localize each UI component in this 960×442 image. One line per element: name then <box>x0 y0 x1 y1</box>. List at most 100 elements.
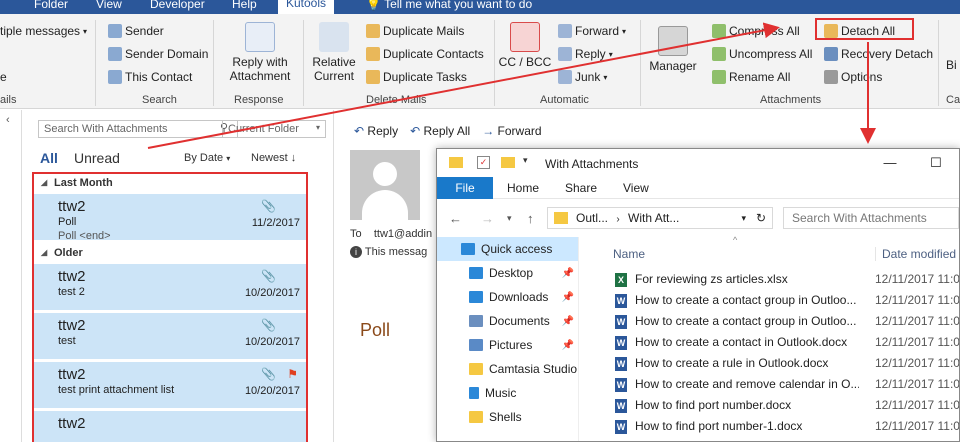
word-icon: W <box>615 378 627 392</box>
nav-desktop[interactable]: Desktop 📌 <box>437 261 578 285</box>
tab-developer[interactable]: Developer <box>150 0 205 11</box>
ribbon-separator <box>303 20 304 106</box>
tab-share[interactable]: Share <box>565 181 597 195</box>
duplicate-contacts-button[interactable]: Duplicate Contacts <box>366 47 484 61</box>
tab-view[interactable]: View <box>96 0 122 11</box>
mail-item[interactable]: ttw2 📎 Poll 11/2/2017 Poll <end> <box>34 194 306 242</box>
minimize-button[interactable]: — <box>867 149 913 177</box>
sort-by-dropdown[interactable]: By Date ▾ <box>184 152 230 164</box>
nav-camtasia-studio[interactable]: Camtasia Studio <box>437 357 578 381</box>
sort-order-toggle[interactable]: Newest ↓ <box>251 152 296 164</box>
nav-quick-access[interactable]: Quick access <box>437 237 578 261</box>
mail-sender: ttw2 <box>58 415 86 432</box>
auto-forward-button[interactable]: Forward ▾ <box>558 24 626 38</box>
mail-item[interactable]: ttw2 📎 test 10/20/2017 <box>34 313 306 359</box>
nav-shells[interactable]: Shells <box>437 405 578 429</box>
new-folder-icon[interactable] <box>501 157 515 168</box>
breadcrumb-outlook[interactable]: Outl... <box>576 211 608 225</box>
multiple-messages-button[interactable]: tiple messages ▾ <box>0 24 87 38</box>
folder-pane-collapsed[interactable]: ‹ <box>0 110 22 442</box>
explorer-search-input[interactable]: Search With Attachments <box>783 207 959 229</box>
properties-icon[interactable]: ✓ <box>477 156 490 169</box>
recent-locations-dropdown[interactable]: ▾ <box>507 213 512 224</box>
left-partial-button[interactable]: e <box>0 70 7 84</box>
refresh-icon[interactable]: ↻ <box>756 208 766 228</box>
search-sender-domain-button[interactable]: Sender Domain <box>108 47 208 61</box>
nav-music[interactable]: Music <box>437 381 578 405</box>
duplicate-mails-button[interactable]: Duplicate Mails <box>366 24 464 38</box>
mail-item[interactable]: ttw2 📎 test 2 10/20/2017 <box>34 264 306 310</box>
flag-icon[interactable]: ⚑ <box>287 367 298 381</box>
junk-button[interactable]: Junk ▾ <box>558 70 607 84</box>
tab-kutools[interactable]: Kutools <box>278 0 335 14</box>
sender-avatar[interactable] <box>350 150 420 220</box>
group-header-last-month[interactable]: Last Month <box>34 174 306 192</box>
dropdown-arrow-icon: ▾ <box>622 26 627 36</box>
forward-button[interactable]: → Forward <box>482 124 541 138</box>
filter-all[interactable]: All <box>40 150 58 166</box>
up-button[interactable]: ↑ <box>527 211 534 226</box>
chevron-left-icon[interactable]: ‹ <box>6 114 10 126</box>
info-bar[interactable]: i This messag <box>350 246 427 258</box>
uncompress-all-button[interactable]: Uncompress All <box>712 47 812 61</box>
file-row[interactable]: W How to create and remove calendar in O.… <box>607 374 959 395</box>
duplicate-tasks-button[interactable]: Duplicate Tasks <box>366 70 467 84</box>
breadcrumb-with-attachments[interactable]: With Att... <box>628 211 679 225</box>
pin-icon: 📌 <box>561 339 574 351</box>
quick-access-toolbar-dropdown[interactable]: ▾ <box>523 155 528 166</box>
mail-search-input[interactable]: Search With Attachments <box>38 120 238 138</box>
file-row[interactable]: W How to create a contact in Outlook.docx… <box>607 332 959 353</box>
attachment-manager-button[interactable]: Manager <box>644 26 702 73</box>
filter-unread[interactable]: Unread <box>74 150 120 166</box>
address-bar[interactable]: Outl... › With Att... ▾ ↻ <box>547 207 773 229</box>
mail-item[interactable]: ttw2 <box>34 411 306 442</box>
reply-with-attachment-button[interactable]: Reply with Attachment <box>222 22 298 83</box>
forward-nav-button[interactable]: → <box>481 211 494 226</box>
cc-bcc-button[interactable]: CC / BCC <box>496 22 554 69</box>
back-button[interactable]: ← <box>449 211 462 226</box>
recovery-detach-button[interactable]: Recovery Detach <box>824 47 933 61</box>
reply-button[interactable]: ↶ Reply <box>354 124 398 138</box>
tab-folder[interactable]: Folder <box>34 0 68 11</box>
tab-help[interactable]: Help <box>232 0 257 11</box>
tell-me-search[interactable]: 💡 Tell me what you want to do <box>366 0 532 11</box>
automatic-group-label: Automatic <box>540 94 589 106</box>
tab-file[interactable]: File <box>437 177 493 199</box>
group-header-older[interactable]: Older <box>34 244 306 262</box>
nav-downloads[interactable]: Downloads 📌 <box>437 285 578 309</box>
column-name[interactable]: Name <box>613 247 645 261</box>
file-row[interactable]: W How to find port number.docx 12/11/2017 … <box>607 395 959 416</box>
file-row[interactable]: W How to create a rule in Outlook.docx 12/… <box>607 353 959 374</box>
duplicate-mails-label: Duplicate Mails <box>383 24 465 38</box>
rename-all-button[interactable]: Rename All <box>712 70 790 84</box>
search-this-contact-button[interactable]: This Contact <box>108 70 192 84</box>
search-sender-domain-label: Sender Domain <box>125 47 209 61</box>
file-name: For reviewing zs articles.xlsx <box>635 272 788 286</box>
tab-view[interactable]: View <box>623 181 649 195</box>
reply-all-button[interactable]: ↶ Reply All <box>410 124 470 138</box>
compress-all-button[interactable]: Compress All <box>712 24 800 38</box>
maximize-button[interactable]: ☐ <box>913 149 959 177</box>
column-date-modified[interactable]: Date modified <box>875 247 956 261</box>
tab-home[interactable]: Home <box>507 181 539 195</box>
file-row[interactable]: X For reviewing zs articles.xlsx 12/11/201… <box>607 269 959 290</box>
search-scope-dropdown[interactable]: Current Folder ▾ <box>222 120 326 138</box>
to-line: To ttw1@addin <box>350 228 432 240</box>
junk-label: Junk <box>575 70 601 84</box>
search-sender-button[interactable]: Sender <box>108 24 164 38</box>
wrench-icon <box>824 47 838 61</box>
address-dropdown[interactable]: ▾ <box>741 208 746 228</box>
auto-reply-button[interactable]: Reply ▾ <box>558 47 613 61</box>
options-button[interactable]: Options <box>824 70 882 84</box>
mail-item[interactable]: ttw2 📎 ⚑ test print attachment list 10/2… <box>34 362 306 408</box>
file-row[interactable]: W How to create a contact group in Outloo… <box>607 290 959 311</box>
relative-current-button[interactable]: Relative Current <box>306 22 362 83</box>
nav-documents[interactable]: Documents 📌 <box>437 309 578 333</box>
nav-label: Shells <box>489 410 522 424</box>
file-row[interactable]: W How to find port number-1.docx 12/11/201… <box>607 416 959 437</box>
file-row[interactable]: W How to create a contact group in Outloo… <box>607 311 959 332</box>
right-partial-button[interactable]: Bi <box>946 58 957 72</box>
to-recipient[interactable]: ttw1@addin <box>374 228 432 240</box>
nav-pictures[interactable]: Pictures 📌 <box>437 333 578 357</box>
explorer-title-bar[interactable]: ✓ ▾ With Attachments — ☐ <box>437 149 959 177</box>
